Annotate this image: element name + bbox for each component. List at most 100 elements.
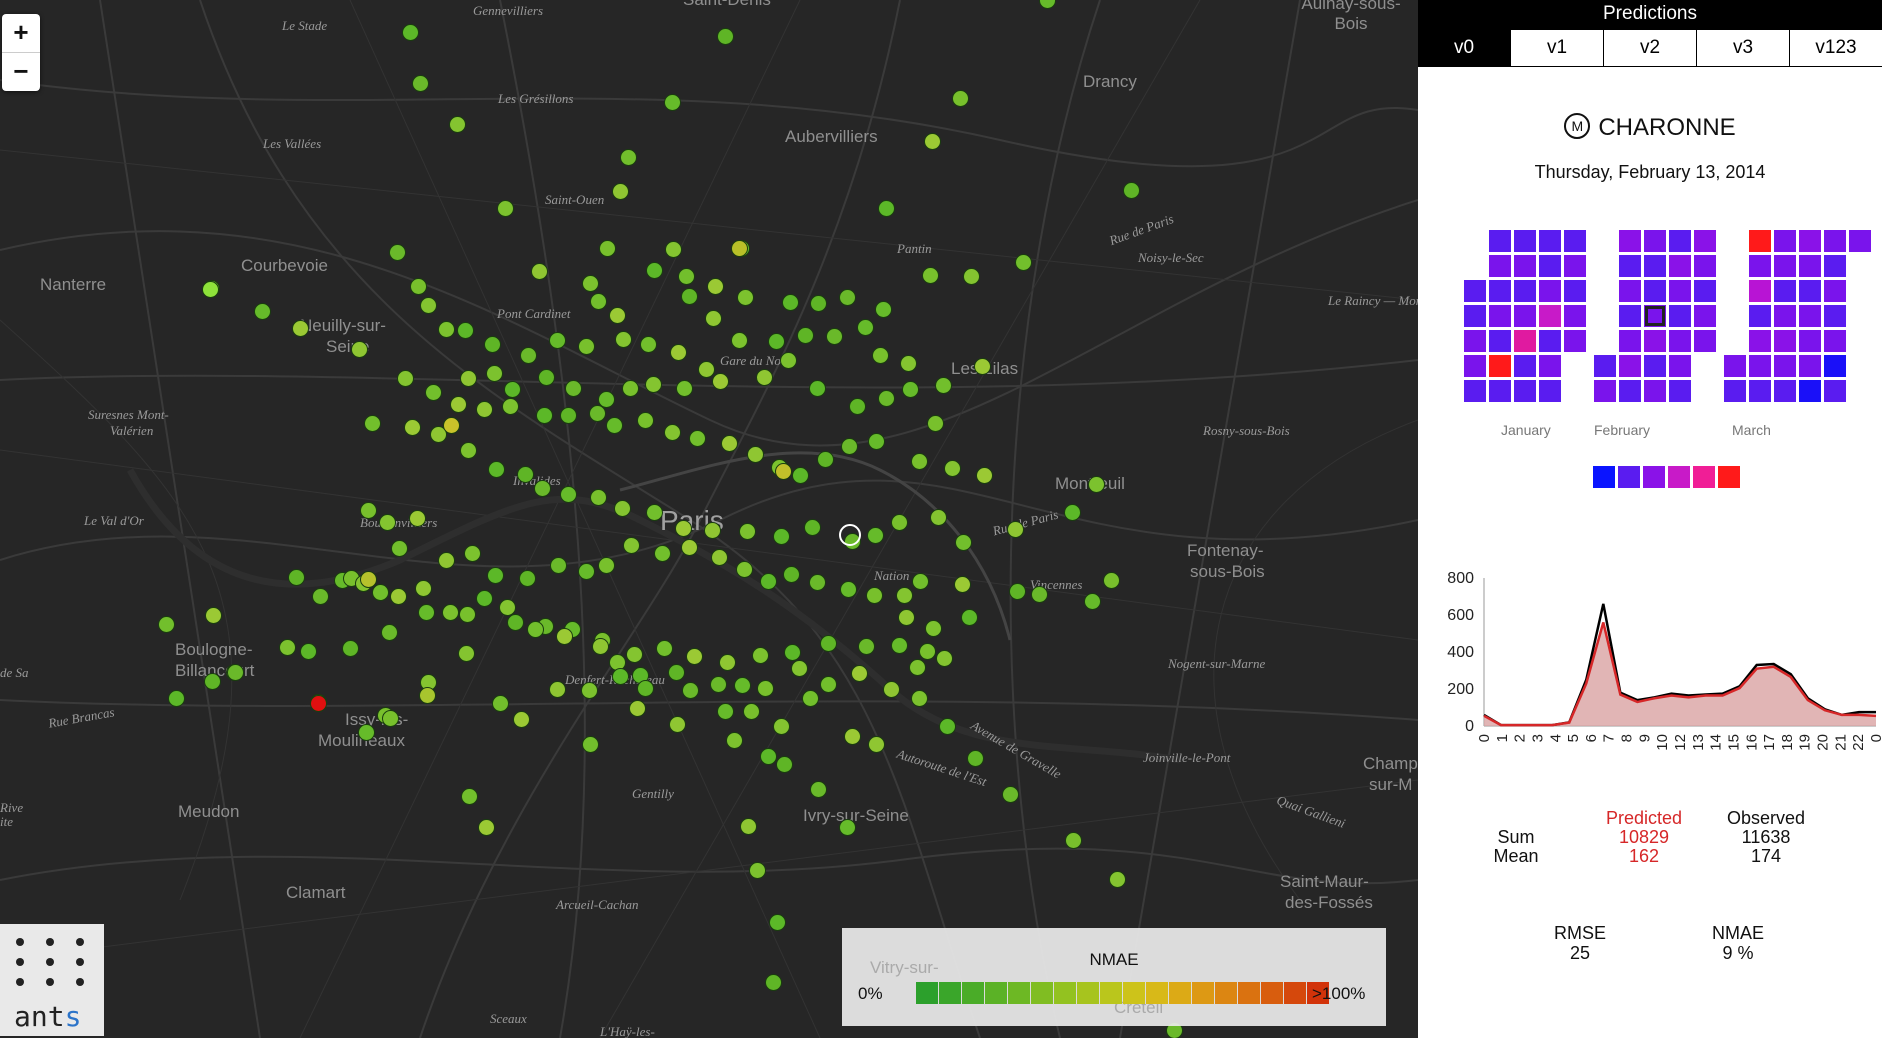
station-marker[interactable] [891,637,908,654]
calendar-day-cell[interactable] [1694,330,1716,352]
station-marker[interactable] [599,240,616,257]
station-marker[interactable] [769,914,786,931]
station-marker[interactable] [930,509,947,526]
station-marker[interactable] [961,609,978,626]
station-marker[interactable] [549,332,566,349]
calendar-day-cell[interactable] [1824,280,1846,302]
station-marker[interactable] [656,640,673,657]
station-marker[interactable] [749,862,766,879]
calendar-day-cell[interactable] [1749,330,1771,352]
station-marker[interactable] [461,788,478,805]
calendar-day-cell[interactable] [1644,330,1666,352]
station-marker[interactable] [364,415,381,432]
calendar-day-cell[interactable] [1774,380,1796,402]
station-marker[interactable] [912,573,929,590]
station-marker[interactable] [560,486,577,503]
station-marker[interactable] [499,599,516,616]
calendar-day-cell[interactable] [1824,330,1846,352]
station-marker[interactable] [202,281,219,298]
station-marker[interactable] [740,818,757,835]
station-marker[interactable] [390,588,407,605]
calendar-day-cell[interactable] [1619,280,1641,302]
calendar-day-cell[interactable] [1514,280,1536,302]
station-marker[interactable] [1123,182,1140,199]
station-marker[interactable] [556,628,573,645]
station-marker[interactable] [582,736,599,753]
station-marker[interactable] [734,677,751,694]
station-marker[interactable] [606,417,623,434]
station-marker[interactable] [646,262,663,279]
station-marker[interactable] [839,289,856,306]
tab-v2[interactable]: v2 [1603,30,1696,66]
calendar-day-cell[interactable] [1749,355,1771,377]
station-marker[interactable] [704,522,721,539]
station-marker[interactable] [712,373,729,390]
calendar-day-cell[interactable] [1594,355,1616,377]
calendar-day-cell[interactable] [1644,280,1666,302]
station-marker[interactable] [686,648,703,665]
station-marker[interactable] [731,332,748,349]
station-marker[interactable] [536,407,553,424]
station-marker[interactable] [497,200,514,217]
calendar-day-cell[interactable] [1539,230,1561,252]
station-marker[interactable] [488,461,505,478]
station-marker[interactable] [389,244,406,261]
station-marker[interactable] [976,467,993,484]
calendar-day-cell[interactable] [1644,230,1666,252]
calendar-day-cell[interactable] [1489,255,1511,277]
station-marker[interactable] [205,607,222,624]
station-marker[interactable] [312,588,329,605]
calendar-day-cell[interactable] [1539,280,1561,302]
calendar-day-cell[interactable] [1774,305,1796,327]
station-marker[interactable] [310,695,327,712]
station-marker[interactable] [689,430,706,447]
calendar-day-cell[interactable] [1799,280,1821,302]
station-marker[interactable] [629,700,646,717]
station-marker[interactable] [967,750,984,767]
station-marker[interactable] [449,116,466,133]
calendar-day-cell[interactable] [1749,255,1771,277]
station-marker[interactable] [360,571,377,588]
station-marker[interactable] [747,446,764,463]
station-marker[interactable] [402,24,419,41]
station-marker[interactable] [681,539,698,556]
station-marker[interactable] [381,624,398,641]
calendar-day-cell[interactable] [1774,355,1796,377]
station-marker[interactable] [534,480,551,497]
station-marker[interactable] [665,241,682,258]
station-marker[interactable] [675,520,692,537]
calendar-day-cell[interactable] [1669,255,1691,277]
station-marker[interactable] [810,295,827,312]
station-marker[interactable] [459,606,476,623]
calendar-day-cell[interactable] [1564,255,1586,277]
calendar-day-cell[interactable] [1489,330,1511,352]
calendar-day-cell[interactable] [1514,380,1536,402]
station-marker[interactable] [792,467,809,484]
station-marker[interactable] [802,690,819,707]
station-marker[interactable] [637,680,654,697]
station-marker[interactable] [486,365,503,382]
station-marker[interactable] [844,728,861,745]
tab-v123[interactable]: v123 [1789,30,1882,66]
station-marker[interactable] [168,690,185,707]
station-marker[interactable] [360,502,377,519]
calendar-day-cell[interactable] [1644,255,1666,277]
station-marker[interactable] [581,682,598,699]
station-marker[interactable] [612,183,629,200]
calendar-day-cell[interactable] [1724,380,1746,402]
station-marker[interactable] [911,453,928,470]
station-marker[interactable] [866,587,883,604]
station-marker[interactable] [682,682,699,699]
tab-v1[interactable]: v1 [1510,30,1603,66]
station-marker[interactable] [418,604,435,621]
station-marker[interactable] [974,358,991,375]
station-marker[interactable] [590,293,607,310]
calendar-day-cell[interactable] [1669,230,1691,252]
calendar-day-cell[interactable] [1514,355,1536,377]
station-marker[interactable] [438,321,455,338]
station-marker[interactable] [397,370,414,387]
station-marker[interactable] [676,380,693,397]
station-marker[interactable] [637,412,654,429]
calendar-day-cell[interactable] [1799,230,1821,252]
calendar-day-cell[interactable] [1564,330,1586,352]
